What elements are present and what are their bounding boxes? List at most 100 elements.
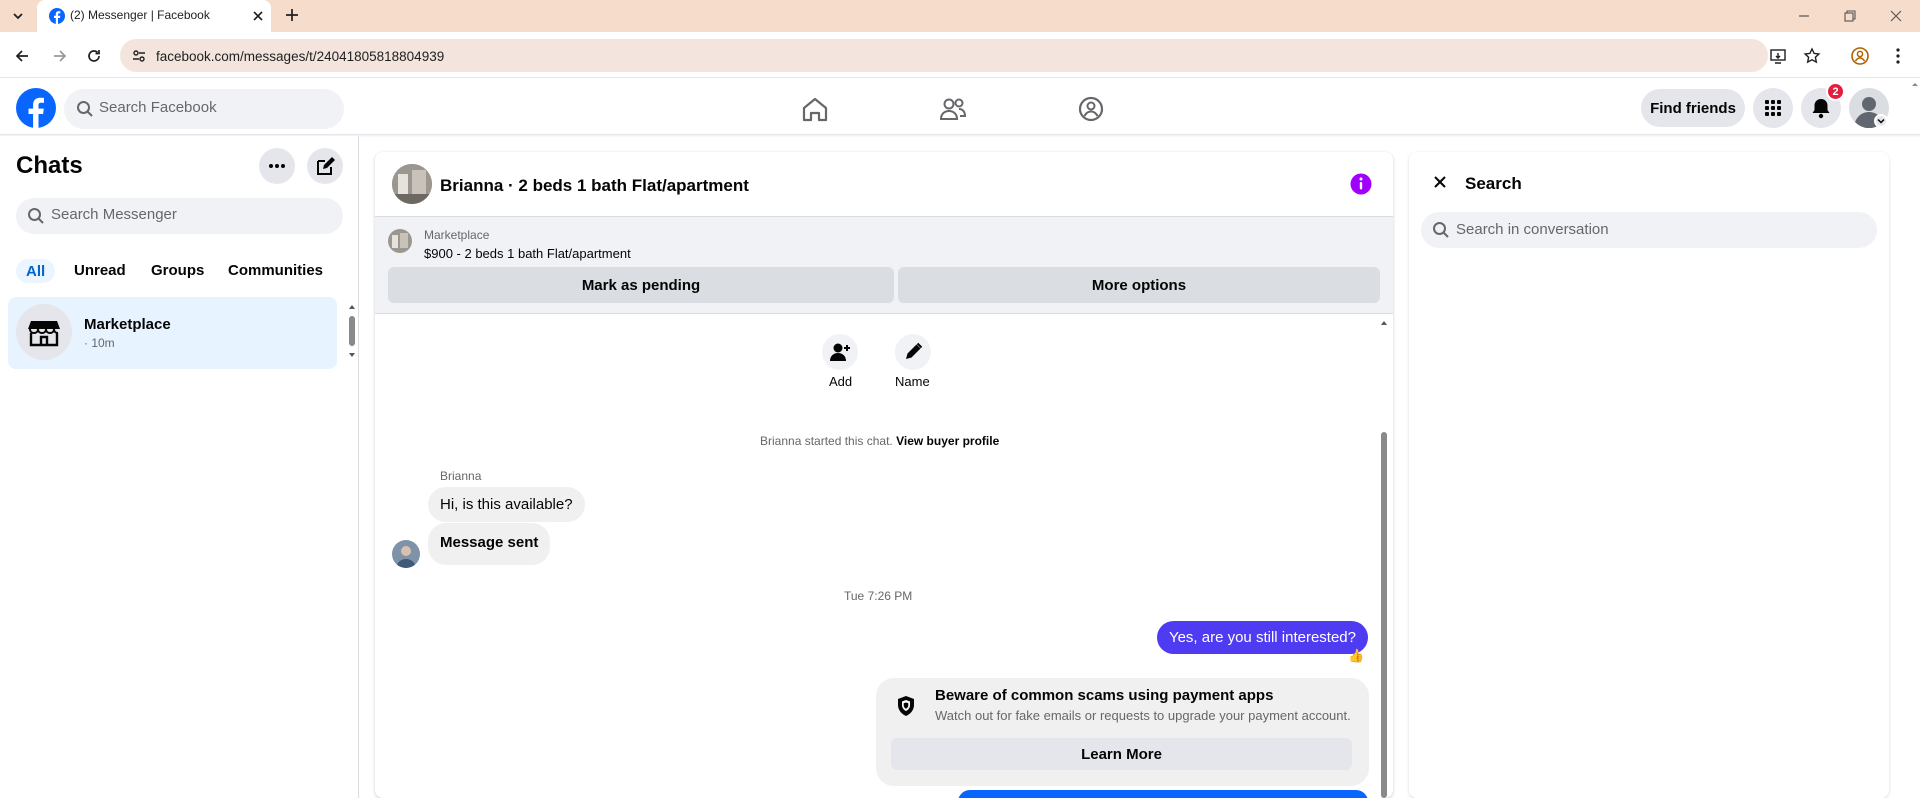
listing-summary[interactable]: $900 - 2 beds 1 bath Flat/apartment [424,246,631,261]
chats-sidebar [0,136,359,798]
scroll-up-icon [1912,83,1918,86]
learn-more-label: Learn More [1081,745,1162,763]
new-tab-button[interactable] [282,5,302,25]
chat-list-scrollbar[interactable] [347,300,357,362]
search-panel-title: Search [1465,174,1522,193]
find-friends-button[interactable]: Find friends [1641,89,1745,127]
listing-thumbnail[interactable] [388,229,412,253]
shield-icon [894,694,918,718]
listing-source: Marketplace [424,228,490,242]
pencil-icon [906,342,923,359]
home-tab[interactable] [800,95,830,123]
profile-icon[interactable] [1850,46,1870,66]
restore-icon [1844,10,1856,22]
learn-more-button[interactable]: Learn More [891,738,1352,770]
filter-unread[interactable]: Unread [74,262,126,279]
filter-all[interactable]: All [16,259,56,283]
filter-communities[interactable]: Communities [228,262,323,279]
notification-badge: 2 [1826,82,1845,101]
message-timestamp: Tue 7:26 PM [844,589,913,603]
sender-name: Brianna [440,469,482,483]
chevron-down-icon [13,13,23,20]
chats-title: Chats [16,152,83,179]
name-chat-button[interactable] [895,334,931,370]
page-scrollbar[interactable] [1910,79,1920,798]
chat-item-meta: · 10m [84,336,115,350]
tab-close-button[interactable] [249,7,267,25]
search-icon [76,100,94,118]
chats-options-button[interactable] [259,148,295,184]
add-person-icon [830,343,850,361]
add-people-label: Add [829,374,853,389]
search-icon [1432,221,1450,239]
facebook-logo-icon[interactable] [16,88,56,128]
search-icon [27,207,45,225]
add-people-button[interactable] [822,334,858,370]
scam-warning-title: Beware of common scams using payment app… [935,687,1274,704]
plus-icon [286,9,298,21]
name-chat-label: Name [895,374,930,389]
tab-title: (2) Messenger | Facebook [70,8,210,22]
store-icon [28,321,60,347]
view-buyer-profile-link[interactable]: View buyer profile [896,434,999,448]
arrow-right-icon [54,50,67,62]
notification-count: 2 [1832,85,1839,98]
conversation-title[interactable]: Brianna · 2 beds 1 bath Flat/apartment [440,176,749,196]
mark-as-pending-button[interactable]: Mark as pending [388,267,894,303]
arrow-left-icon [15,50,28,62]
close-search-button[interactable] [1430,172,1450,192]
facebook-search-placeholder: Search Facebook [99,99,217,116]
find-friends-label: Find friends [1650,99,1736,117]
conversation-scrollbar[interactable] [1378,316,1390,798]
chat-started-text: Brianna started this chat. [760,434,893,448]
window-close-button[interactable] [1886,6,1906,26]
tab-list-button[interactable] [8,6,28,26]
apartment-photo-icon [392,164,432,204]
minimize-button[interactable] [1794,6,1814,26]
chat-started-notice: Brianna started this chat. View buyer pr… [760,434,999,448]
incoming-message-bubble[interactable]: Hi, is this available? [428,487,585,522]
reload-icon [88,50,100,62]
messenger-search-placeholder: Search Messenger [51,206,177,223]
outgoing-message-bubble-partial [958,790,1368,798]
conversation-avatar[interactable] [392,164,432,204]
avatar-icon [392,540,420,568]
marketplace-avatar [16,304,72,360]
reaction-thumbs-up[interactable]: 👍 [1348,648,1364,664]
restore-button[interactable] [1840,6,1860,26]
mark-as-pending-label: Mark as pending [581,276,701,294]
browser-menu-button[interactable] [1888,46,1908,66]
chat-item-name: Marketplace [84,316,171,333]
install-app-icon[interactable] [1768,46,1788,66]
menu-button[interactable] [1753,88,1793,128]
search-in-conversation-placeholder: Search in conversation [1456,221,1609,238]
url-text[interactable]: facebook.com/messages/t/2404180581880493… [156,49,444,64]
compose-icon [317,157,335,175]
sender-avatar[interactable] [392,540,420,568]
conversation-info-button[interactable] [1350,173,1372,195]
minimize-icon [1799,15,1809,17]
reload-button[interactable] [84,46,104,66]
bookmark-star-icon[interactable] [1802,46,1822,66]
search-panel [1409,152,1889,798]
apartment-photo-icon [388,229,412,253]
more-options-button[interactable]: More options [898,267,1380,303]
friends-icon [939,98,967,120]
chevron-down-icon [1877,118,1885,124]
back-button[interactable] [12,46,32,66]
incoming-message-bubble[interactable]: Message sent [428,523,551,565]
site-info-icon[interactable] [130,47,148,65]
account-menu-chevron[interactable] [1874,114,1888,128]
facebook-favicon-icon [49,8,65,24]
scam-warning-body: Watch out for fake emails or requests to… [935,708,1351,723]
close-icon [1890,10,1902,22]
new-message-button[interactable] [307,148,343,184]
friends-tab[interactable] [938,95,968,123]
outgoing-message-bubble[interactable]: Yes, are you still interested? [1156,621,1368,654]
kebab-icon [1896,48,1900,64]
filter-groups[interactable]: Groups [151,262,204,279]
forward-button[interactable] [50,46,70,66]
home-icon [802,97,828,122]
close-icon [253,11,263,21]
groups-tab[interactable] [1076,95,1106,123]
